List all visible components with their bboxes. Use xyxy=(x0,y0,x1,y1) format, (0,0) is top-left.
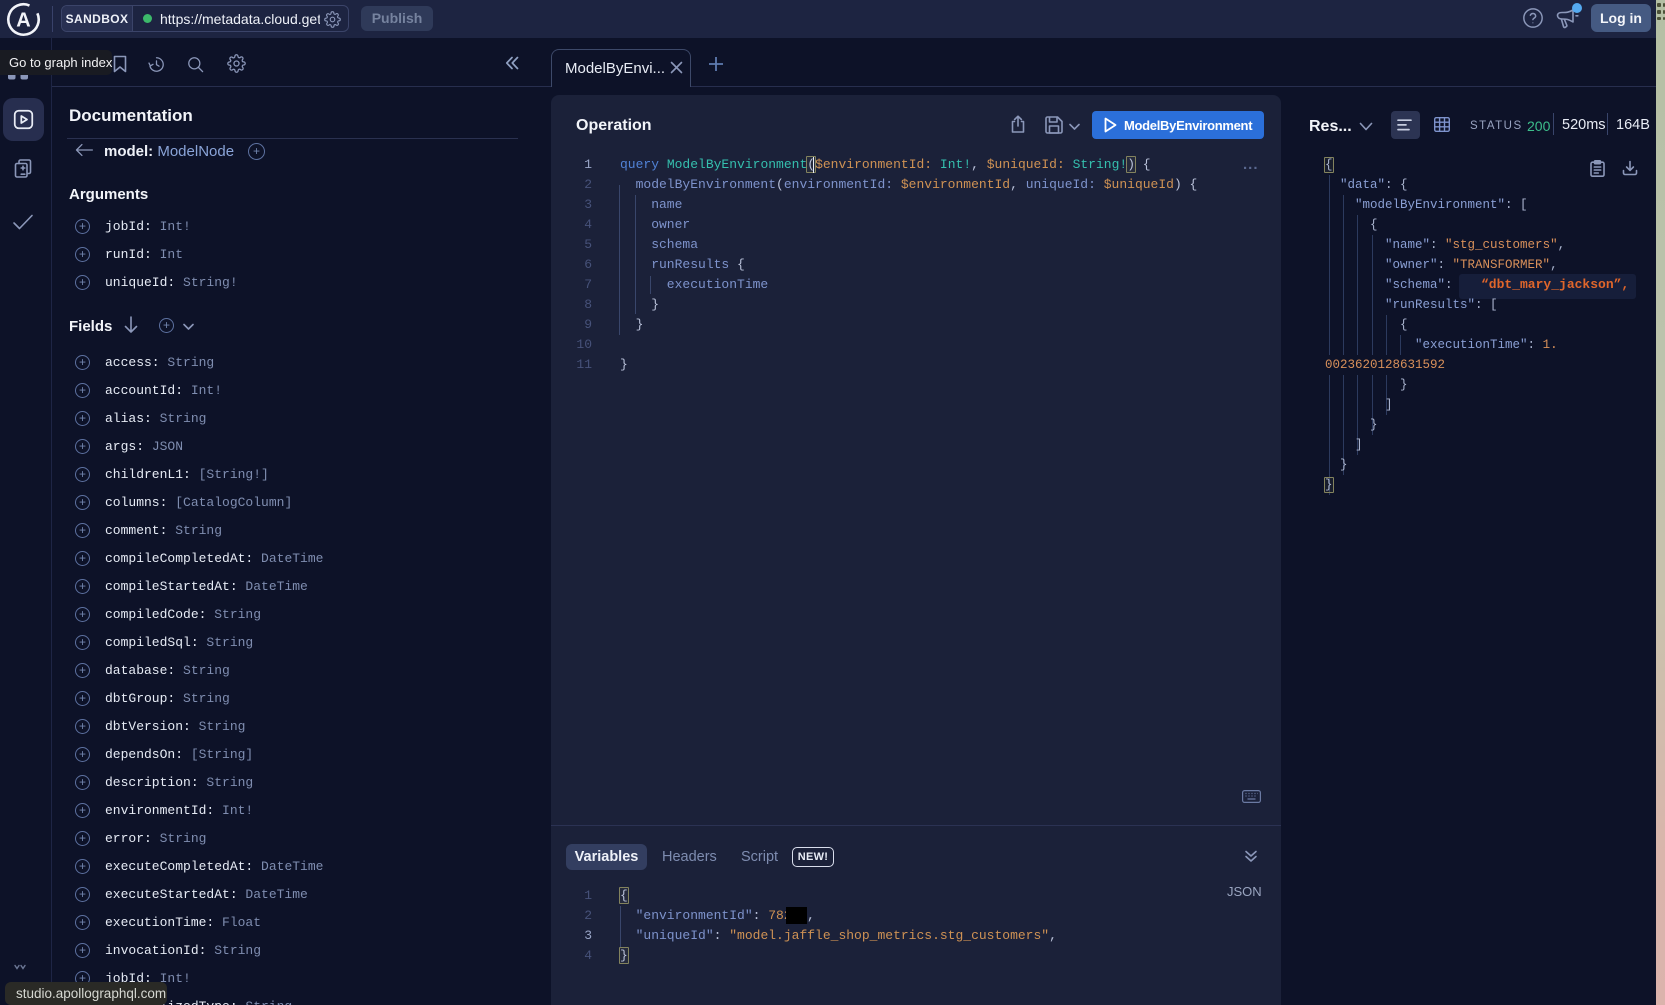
svg-text:A: A xyxy=(16,10,30,32)
